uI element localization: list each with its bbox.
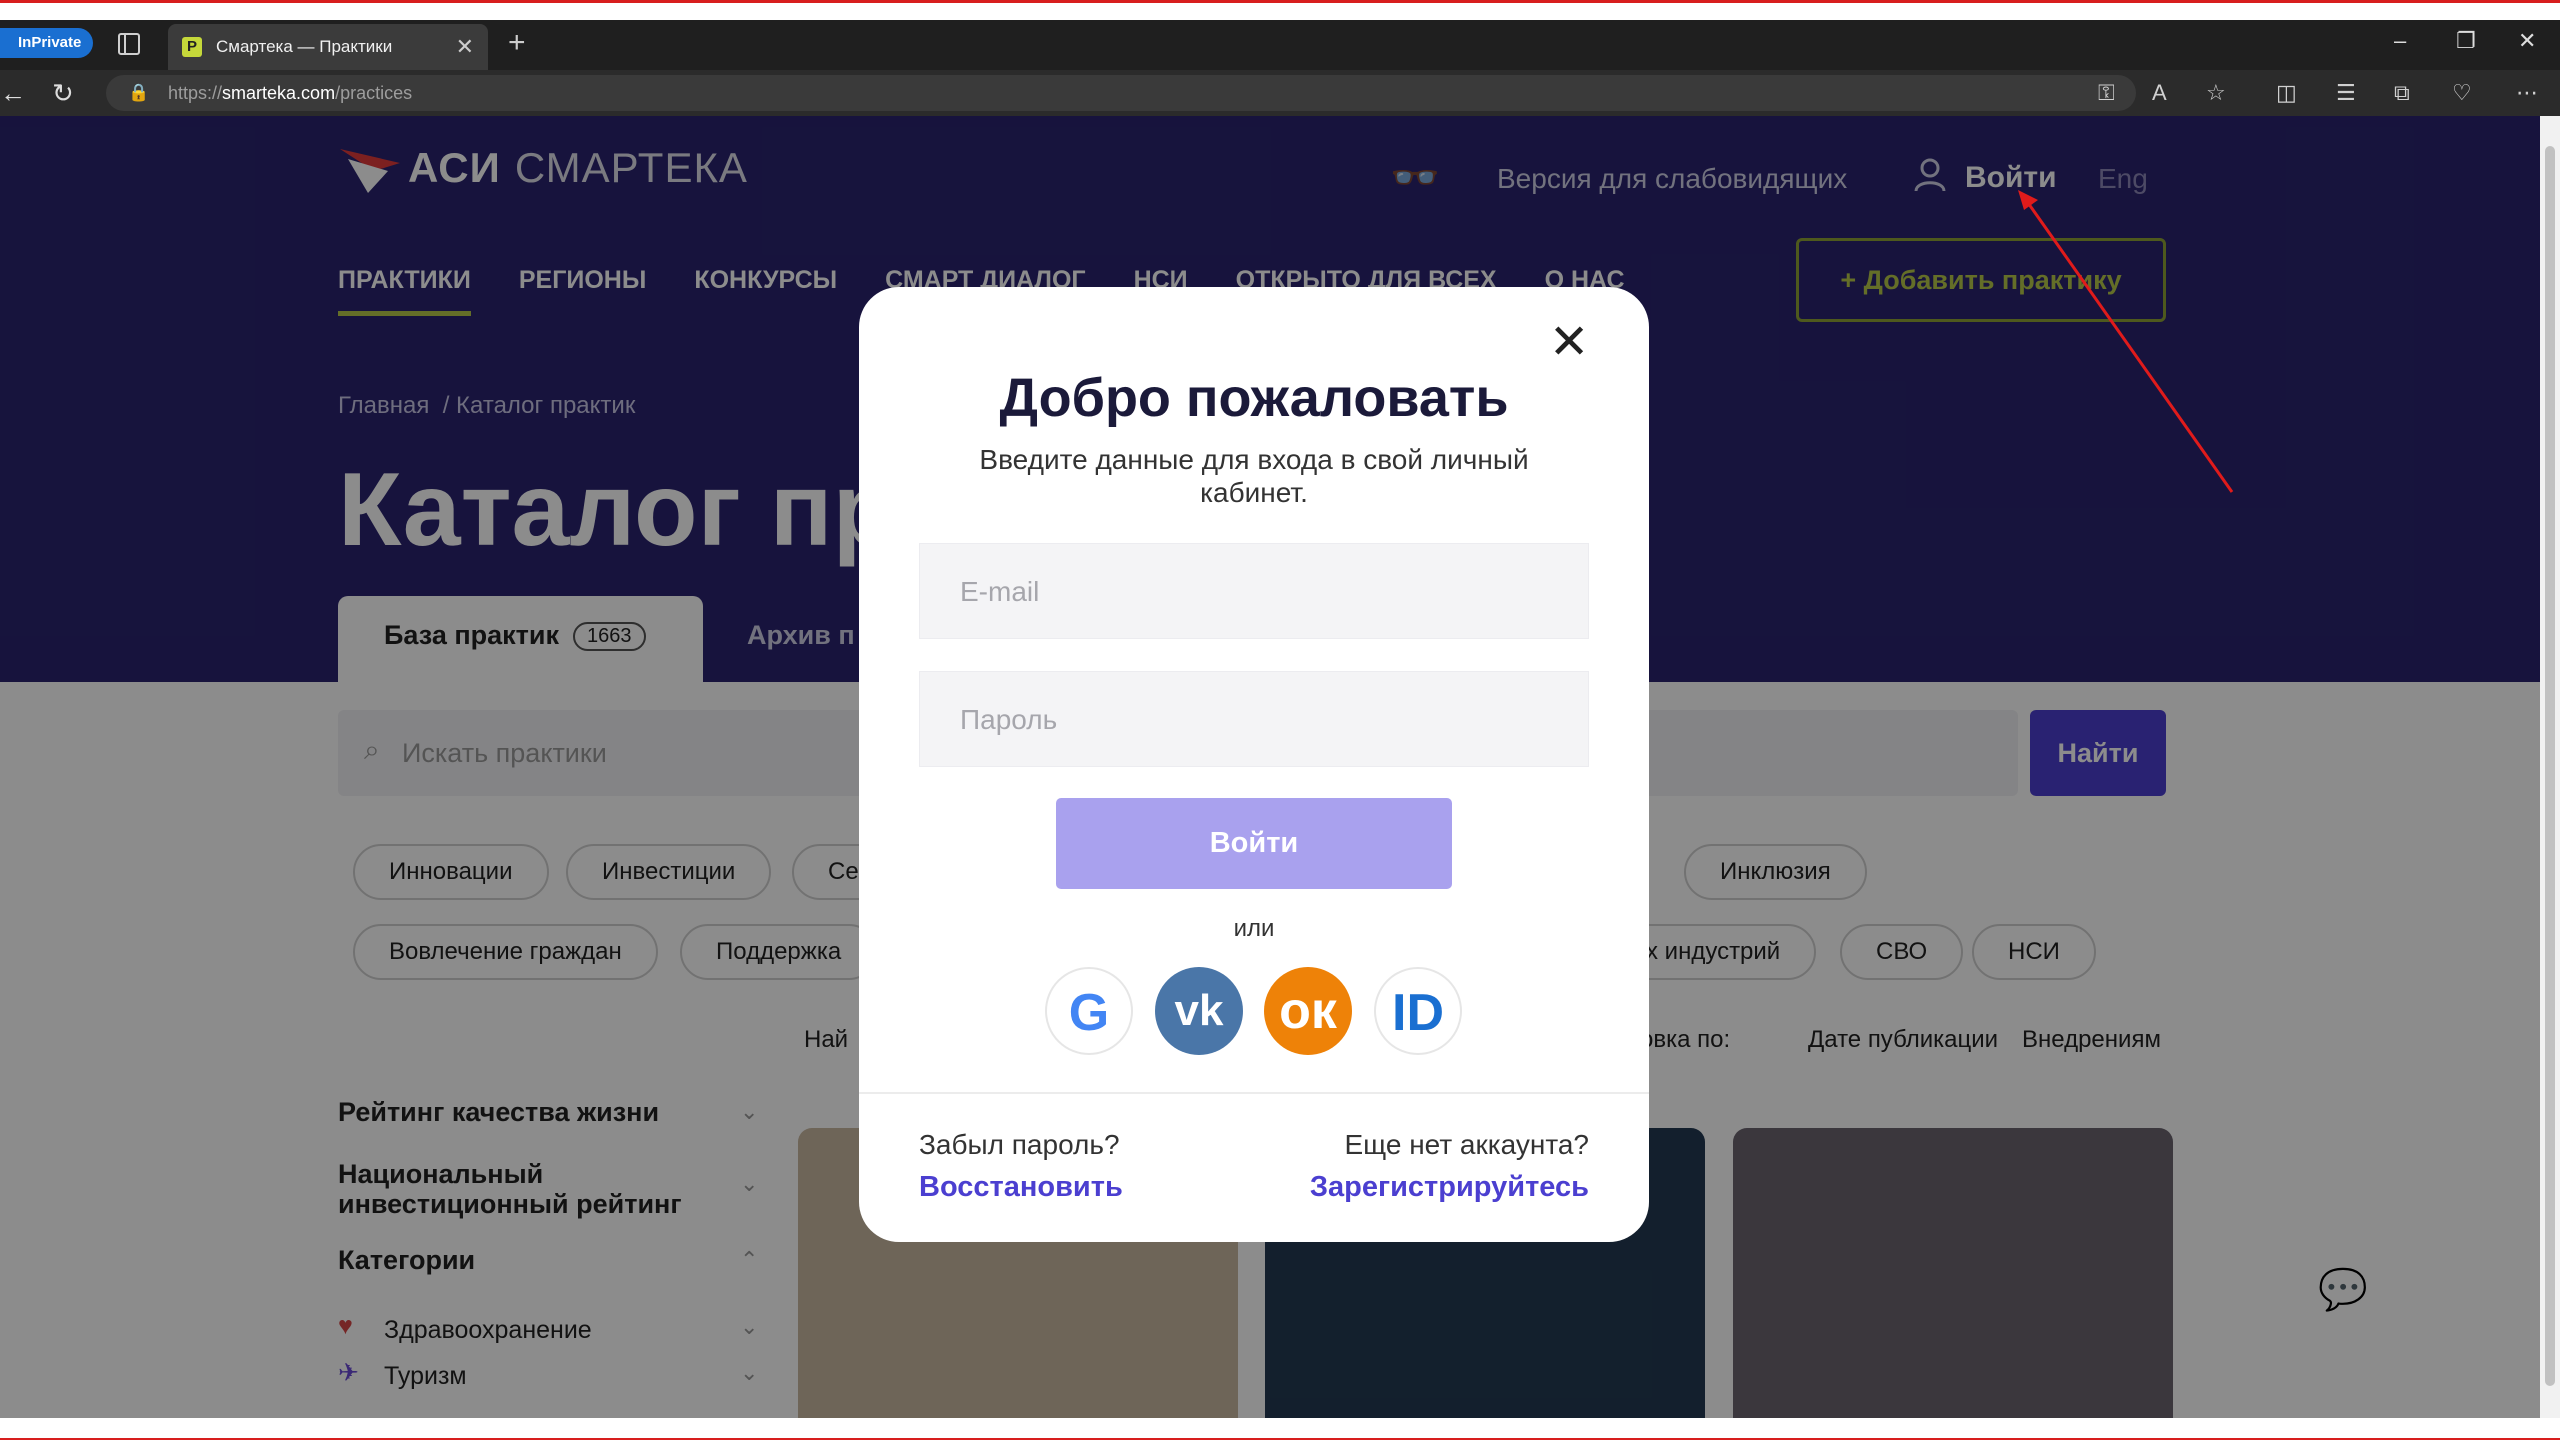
site-favicon-icon: Р	[182, 37, 202, 57]
restore-icon[interactable]: ❐	[2456, 28, 2476, 54]
browser-tab[interactable]: Р Смартека — Практики ✕	[168, 24, 488, 70]
url-text: https://smarteka.com/practices	[168, 83, 413, 103]
close-window-icon[interactable]: ✕	[2518, 28, 2536, 54]
register-link[interactable]: Зарегистрируйтесь	[1310, 1171, 1589, 1204]
forgot-password-label: Забыл пароль?	[919, 1129, 1120, 1160]
favorite-star-icon[interactable]: ☆	[2206, 80, 2226, 106]
key-icon[interactable]: ⚿	[2098, 80, 2115, 106]
password-field[interactable]: Пароль	[919, 671, 1589, 767]
browser-address-bar: ← ↻ 🔒 https://smarteka.com/practices ⚿ A…	[0, 70, 2560, 116]
minimize-icon[interactable]: –	[2394, 28, 2406, 54]
tab-actions-icon[interactable]	[118, 33, 140, 55]
vk-icon[interactable]: vk	[1155, 967, 1243, 1055]
lock-icon: 🔒	[128, 83, 150, 102]
reload-icon[interactable]: ↻	[52, 78, 74, 109]
restore-password-link[interactable]: Восстановить	[919, 1171, 1123, 1204]
inprivate-badge[interactable]: InPrivate	[0, 28, 94, 58]
back-icon[interactable]: ←	[0, 78, 26, 109]
read-aloud-icon[interactable]: A	[2152, 80, 2167, 106]
screen-top-border	[0, 0, 2560, 3]
browser-tab-bar: InPrivate Р Смартека — Практики ✕ + – ❐ …	[0, 20, 2560, 70]
no-account-label: Еще нет аккаунта?	[1344, 1129, 1589, 1160]
collections-icon[interactable]: ⧉	[2394, 80, 2410, 106]
modal-divider	[859, 1092, 1649, 1094]
health-icon[interactable]: ♡	[2452, 80, 2472, 106]
email-field[interactable]: E-mail	[919, 543, 1589, 639]
split-screen-icon[interactable]: ◫	[2276, 80, 2297, 106]
more-icon[interactable]: ⋯	[2516, 80, 2538, 106]
new-tab-icon[interactable]: +	[508, 26, 526, 60]
google-icon[interactable]: G	[1045, 967, 1133, 1055]
scrollbar-thumb[interactable]	[2545, 146, 2555, 1386]
or-separator: или	[1233, 915, 1275, 942]
odnoklassniki-icon[interactable]: ок	[1264, 967, 1352, 1055]
url-field[interactable]: 🔒 https://smarteka.com/practices	[106, 75, 2136, 111]
login-submit-button[interactable]: Войти	[1056, 798, 1452, 889]
favorites-icon[interactable]: ☰	[2336, 80, 2356, 106]
modal-title: Добро пожаловать	[999, 368, 1509, 428]
modal-subtitle: Введите данные для входа в свой личный к…	[979, 444, 1529, 508]
tab-title: Смартека — Практики	[216, 37, 393, 56]
page-scrollbar[interactable]	[2540, 116, 2560, 1418]
login-modal: ✕ Добро пожаловать Введите данные для вх…	[859, 287, 1649, 1242]
tab-close-icon[interactable]: ✕	[456, 34, 474, 60]
id-icon[interactable]: ID	[1374, 967, 1462, 1055]
close-icon[interactable]: ✕	[1549, 319, 1589, 367]
